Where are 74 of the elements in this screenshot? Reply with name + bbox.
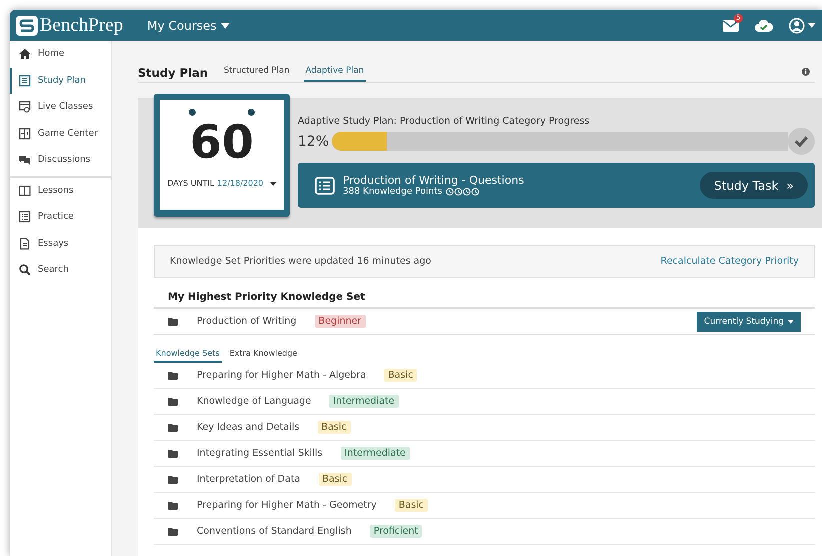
mail-icon[interactable] xyxy=(723,20,739,32)
list-icon xyxy=(315,176,335,194)
level-tag: Intermediate xyxy=(329,395,399,408)
plan-icon xyxy=(19,74,31,87)
folder-icon xyxy=(168,502,178,510)
sidebar-item[interactable]: Game Center xyxy=(10,120,111,147)
study-task-button[interactable]: Study Task » xyxy=(700,172,808,199)
level-tag: Intermediate xyxy=(340,447,410,460)
sidebar-item[interactable]: Home xyxy=(10,41,111,68)
user-icon[interactable] xyxy=(789,18,805,34)
days-until-label: DAYS UNTIL xyxy=(167,179,214,188)
cloud-check-icon[interactable] xyxy=(755,19,773,32)
folder-icon xyxy=(168,528,178,536)
page-title: Study Plan xyxy=(138,66,208,82)
folder-icon xyxy=(168,424,178,432)
knowledge-set-name[interactable]: Knowledge of Language xyxy=(197,396,312,407)
live-icon xyxy=(19,101,31,114)
list-icon xyxy=(19,211,31,224)
folder-icon xyxy=(168,398,178,406)
chat-icon xyxy=(19,154,31,166)
knowledge-set-name[interactable]: Integrating Essential Skills xyxy=(197,448,323,459)
calendar-ring-icon xyxy=(189,109,196,116)
logo-icon xyxy=(16,16,38,36)
sidebar-item[interactable]: Discussions xyxy=(10,147,111,174)
book-icon xyxy=(19,184,31,197)
progress-title: Adaptive Study Plan: Production of Writing Category Progress xyxy=(298,116,591,127)
progress-percent: 12% xyxy=(298,134,330,150)
folder-icon xyxy=(168,476,178,484)
clocks-icon xyxy=(446,188,480,196)
doc-icon xyxy=(19,238,31,250)
currently-studying-button[interactable]: Currently Studying xyxy=(697,312,801,332)
knowledge-set-name: Production of Writing xyxy=(197,316,297,327)
home-icon xyxy=(19,48,31,60)
courses-menu[interactable]: My Courses xyxy=(147,18,230,32)
task-title: Production of Writing - Questions xyxy=(343,174,524,187)
task-points: 388 Knowledge Points xyxy=(343,187,442,197)
info-icon[interactable] xyxy=(802,68,810,76)
knowledge-tab[interactable]: Knowledge Sets xyxy=(154,347,222,363)
game-icon xyxy=(19,128,31,140)
sidebar-item[interactable]: Essays xyxy=(10,230,111,257)
folder-icon xyxy=(168,450,178,458)
notice-text: Knowledge Set Priorities were updated 16 minutes ago xyxy=(170,256,432,267)
folder-icon xyxy=(168,318,178,326)
date-dropdown[interactable]: 12/18/2020 xyxy=(217,179,277,188)
plan-tab[interactable]: Adaptive Plan xyxy=(304,66,366,82)
folder-icon xyxy=(168,372,178,380)
caret-icon[interactable] xyxy=(808,23,816,28)
knowledge-set-name[interactable]: Preparing for Higher Math - Algebra xyxy=(197,370,366,381)
caret-icon xyxy=(220,22,230,28)
level-tag: Basic xyxy=(394,499,428,512)
plan-tab[interactable]: Structured Plan xyxy=(222,66,292,82)
knowledge-set-name[interactable]: Interpretation of Data xyxy=(197,474,300,485)
level-tag: Proficient xyxy=(370,525,422,538)
sidebar-item[interactable]: Search xyxy=(10,257,111,284)
recalculate-link[interactable]: Recalculate Category Priority xyxy=(660,256,799,267)
sidebar-item[interactable]: Study Plan xyxy=(10,68,111,94)
sidebar-item[interactable]: Lessons xyxy=(10,178,111,204)
caret-icon xyxy=(788,320,794,324)
level-tag: Basic xyxy=(318,473,352,486)
section-heading: My Highest Priority Knowledge Set xyxy=(154,278,815,309)
logo-text[interactable]: BenchPrep xyxy=(40,14,124,36)
caret-icon xyxy=(270,182,277,186)
knowledge-set-name[interactable]: Preparing for Higher Math - Geometry xyxy=(197,500,377,511)
knowledge-set-name[interactable]: Conventions of Standard English xyxy=(197,526,352,537)
calendar-ring-icon xyxy=(248,109,255,116)
knowledge-set-name[interactable]: Key Ideas and Details xyxy=(197,422,300,433)
search-icon xyxy=(19,264,31,276)
days-count: 60 xyxy=(190,119,254,165)
knowledge-tab[interactable]: Extra Knowledge xyxy=(228,347,300,363)
sidebar-item[interactable]: Live Classes xyxy=(10,94,111,120)
sidebar-item[interactable]: Practice xyxy=(10,204,111,230)
level-tag: Basic xyxy=(384,369,418,382)
level-tag: Basic xyxy=(318,421,351,434)
level-tag: Beginner xyxy=(314,315,366,328)
